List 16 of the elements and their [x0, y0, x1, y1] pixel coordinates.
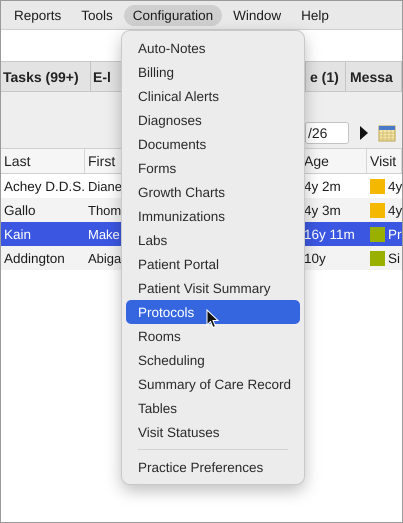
- table-cell: 4y: [388, 202, 402, 218]
- table-cell-text: Addington: [3, 250, 66, 268]
- table-cell-text: 16y 11m: [303, 226, 356, 244]
- table-cell: Diane: [88, 178, 122, 194]
- table-cell-text: Kain: [3, 226, 32, 244]
- table-cell-text: 4y 2m: [303, 178, 342, 196]
- table-cell: Pr: [388, 226, 402, 242]
- table-cell-text: Gallo: [3, 202, 37, 220]
- table-cell-text: 10y: [303, 250, 327, 268]
- table-cell: Thom: [88, 202, 122, 218]
- table-cell-text: 4y 3m: [303, 202, 342, 220]
- table-cell: Si: [388, 250, 400, 266]
- table-cell: Make: [88, 226, 120, 242]
- table-cell: Abiga: [88, 250, 122, 266]
- table-cell: 4y: [388, 178, 402, 194]
- table-cell-text: Achey D.D.S.: [3, 178, 85, 196]
